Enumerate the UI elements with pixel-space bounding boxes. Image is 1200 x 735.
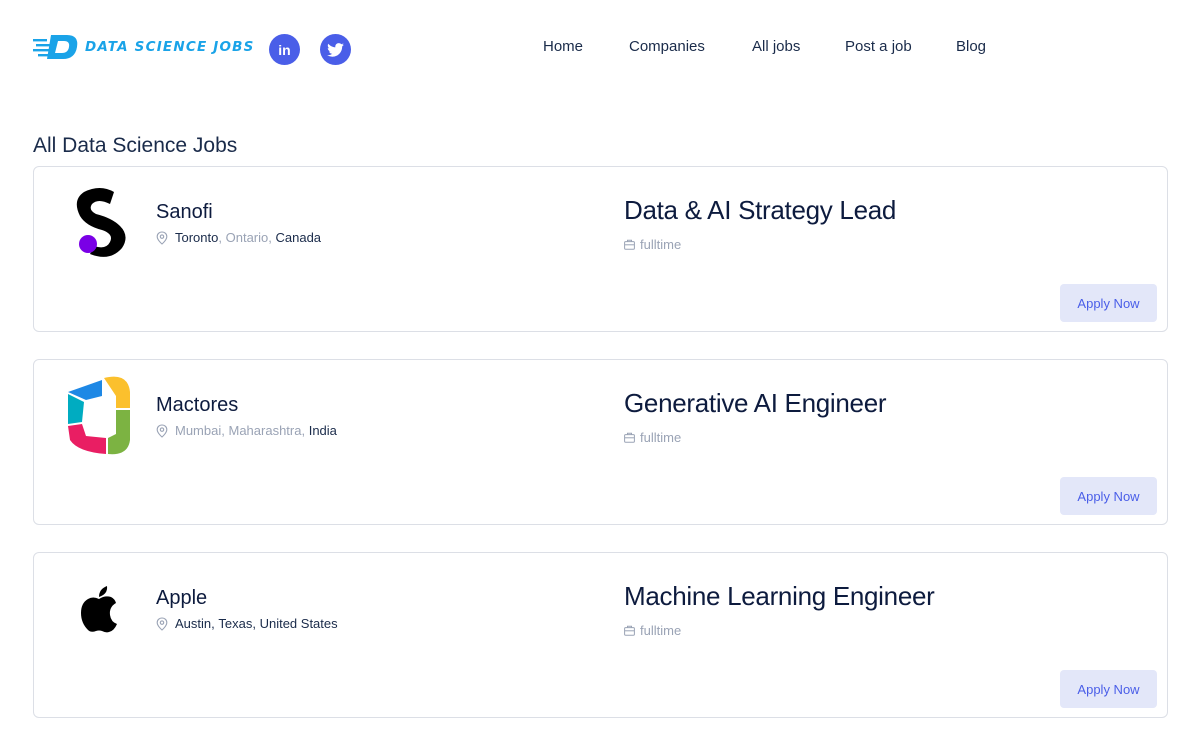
linkedin-button[interactable]: in [269, 34, 300, 65]
job-card[interactable]: Apple Austin, Texas, United States Machi… [33, 552, 1168, 718]
site-logo[interactable]: DATA SCIENCE JOBS [33, 33, 255, 61]
location-region: Maharashtra [228, 423, 302, 438]
location-pin-icon [156, 230, 168, 245]
location-pin-icon [156, 616, 168, 631]
location-city: Mumbai [175, 423, 222, 438]
linkedin-icon: in [278, 41, 291, 58]
job-title[interactable]: Generative AI Engineer [624, 388, 887, 419]
job-location: Toronto, Ontario, Canada [156, 230, 321, 245]
nav-home[interactable]: Home [543, 38, 583, 55]
twitter-button[interactable] [320, 34, 351, 65]
site-header: DATA SCIENCE JOBS in Home Companies All … [0, 0, 1200, 95]
nav-post-a-job[interactable]: Post a job [845, 38, 912, 55]
job-title[interactable]: Machine Learning Engineer [624, 581, 935, 612]
job-type: fulltime [624, 430, 681, 445]
apple-logo-icon [54, 569, 144, 649]
nav-companies[interactable]: Companies [629, 38, 705, 55]
job-location: Mumbai, Maharashtra, India [156, 423, 337, 438]
logo-d-icon [33, 35, 78, 59]
briefcase-icon [624, 432, 635, 443]
briefcase-icon [624, 625, 635, 636]
apply-now-button[interactable]: Apply Now [1060, 284, 1157, 322]
sanofi-logo-icon [54, 183, 144, 263]
page-title: All Data Science Jobs [33, 134, 238, 157]
job-type: fulltime [624, 237, 681, 252]
location-country: Canada [275, 230, 322, 245]
job-title[interactable]: Data & AI Strategy Lead [624, 195, 896, 226]
company-name[interactable]: Mactores [156, 394, 238, 417]
job-type-label: fulltime [640, 623, 682, 638]
job-location: Austin, Texas, United States [156, 616, 338, 631]
location-country: India [308, 423, 337, 438]
nav-blog[interactable]: Blog [956, 38, 986, 55]
job-type-label: fulltime [640, 237, 682, 252]
mactores-logo-icon [54, 376, 144, 456]
location-region: Ontario [225, 230, 269, 245]
location-country: United States [259, 616, 338, 631]
location-pin-icon [156, 423, 168, 438]
location-city: Austin [175, 616, 212, 631]
brand-name: DATA SCIENCE JOBS [85, 39, 255, 55]
company-name[interactable]: Sanofi [156, 201, 213, 224]
nav-all-jobs[interactable]: All jobs [752, 38, 800, 55]
apply-now-button[interactable]: Apply Now [1060, 477, 1157, 515]
twitter-icon [327, 42, 344, 57]
location-region: Texas [218, 616, 253, 631]
job-card[interactable]: Mactores Mumbai, Maharashtra, India Gene… [33, 359, 1168, 525]
company-name[interactable]: Apple [156, 587, 207, 610]
job-type: fulltime [624, 623, 681, 638]
briefcase-icon [624, 239, 635, 250]
job-card[interactable]: Sanofi Toronto, Ontario, Canada Data & A… [33, 166, 1168, 332]
location-city: Toronto [175, 230, 219, 245]
apply-now-button[interactable]: Apply Now [1060, 670, 1157, 708]
job-type-label: fulltime [640, 430, 682, 445]
